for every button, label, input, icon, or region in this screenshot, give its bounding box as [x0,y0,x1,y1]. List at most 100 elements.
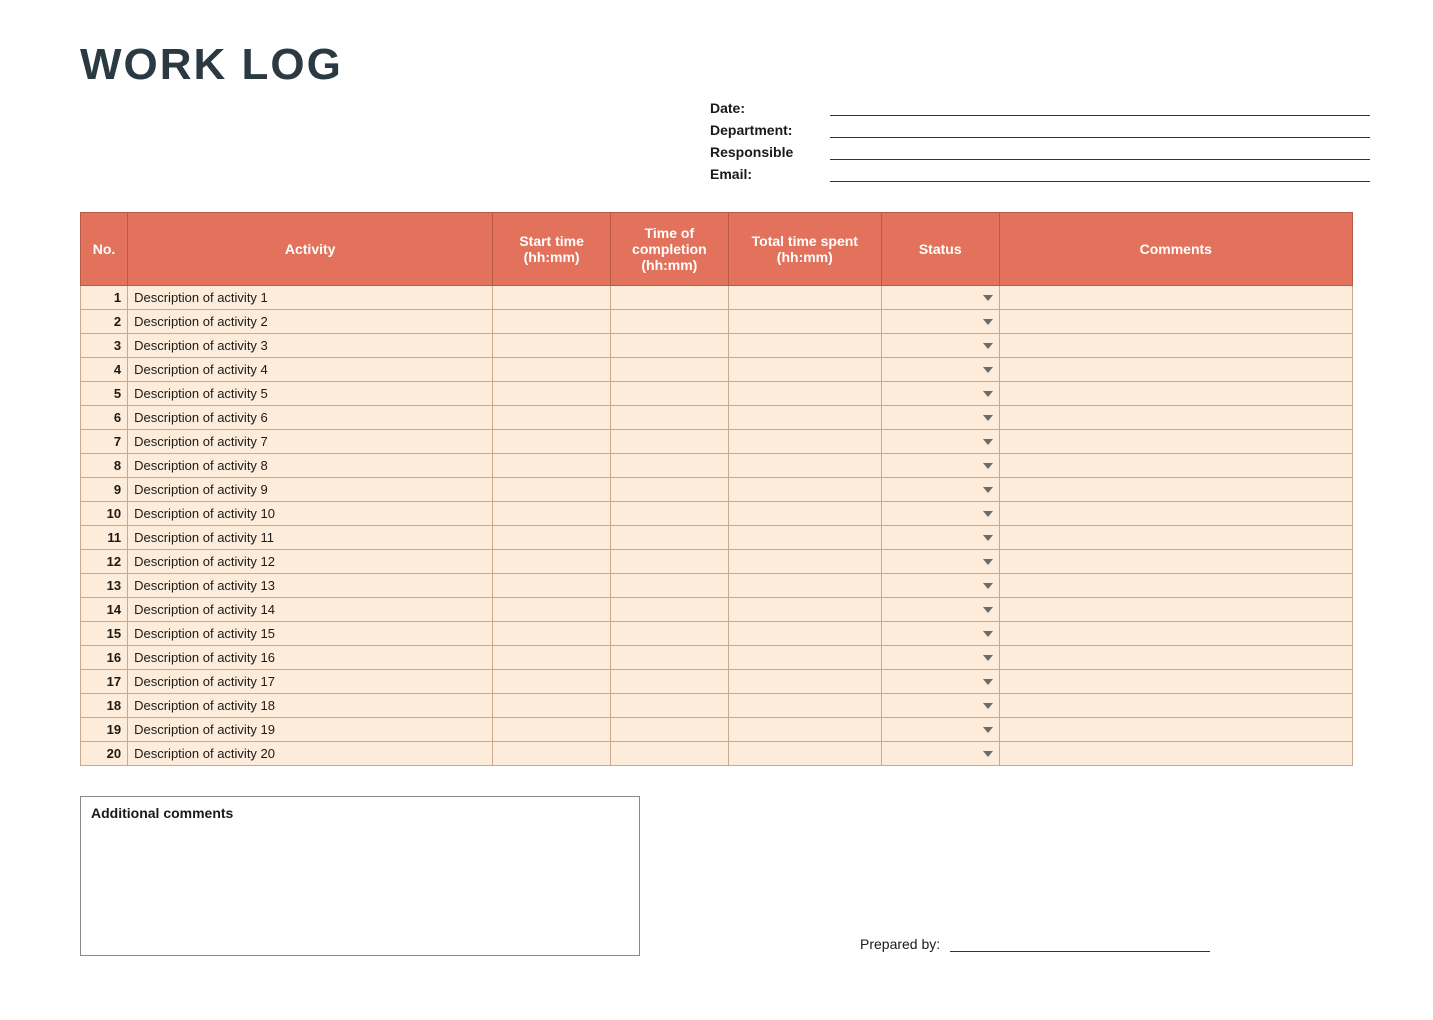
status-dropdown[interactable] [881,694,999,718]
comments-cell[interactable] [999,670,1352,694]
activity-cell[interactable]: Description of activity 17 [128,670,493,694]
end-time-cell[interactable] [610,742,728,766]
status-dropdown[interactable] [881,430,999,454]
activity-cell[interactable]: Description of activity 8 [128,454,493,478]
activity-cell[interactable]: Description of activity 12 [128,550,493,574]
total-time-cell[interactable] [728,430,881,454]
end-time-cell[interactable] [610,454,728,478]
department-field[interactable] [830,122,1370,138]
status-dropdown[interactable] [881,334,999,358]
status-dropdown[interactable] [881,622,999,646]
comments-cell[interactable] [999,742,1352,766]
end-time-cell[interactable] [610,430,728,454]
start-time-cell[interactable] [493,646,611,670]
responsible-field[interactable] [830,144,1370,160]
total-time-cell[interactable] [728,670,881,694]
start-time-cell[interactable] [493,598,611,622]
total-time-cell[interactable] [728,478,881,502]
status-dropdown[interactable] [881,310,999,334]
total-time-cell[interactable] [728,646,881,670]
total-time-cell[interactable] [728,574,881,598]
activity-cell[interactable]: Description of activity 19 [128,718,493,742]
start-time-cell[interactable] [493,454,611,478]
end-time-cell[interactable] [610,574,728,598]
end-time-cell[interactable] [610,310,728,334]
comments-cell[interactable] [999,694,1352,718]
activity-cell[interactable]: Description of activity 13 [128,574,493,598]
end-time-cell[interactable] [610,406,728,430]
total-time-cell[interactable] [728,286,881,310]
comments-cell[interactable] [999,550,1352,574]
start-time-cell[interactable] [493,406,611,430]
total-time-cell[interactable] [728,406,881,430]
comments-cell[interactable] [999,454,1352,478]
comments-cell[interactable] [999,382,1352,406]
status-dropdown[interactable] [881,358,999,382]
activity-cell[interactable]: Description of activity 15 [128,622,493,646]
total-time-cell[interactable] [728,454,881,478]
total-time-cell[interactable] [728,694,881,718]
comments-cell[interactable] [999,406,1352,430]
total-time-cell[interactable] [728,310,881,334]
start-time-cell[interactable] [493,526,611,550]
email-field[interactable] [830,166,1370,182]
end-time-cell[interactable] [610,358,728,382]
activity-cell[interactable]: Description of activity 14 [128,598,493,622]
additional-comments-box[interactable]: Additional comments [80,796,640,956]
status-dropdown[interactable] [881,646,999,670]
start-time-cell[interactable] [493,310,611,334]
comments-cell[interactable] [999,502,1352,526]
activity-cell[interactable]: Description of activity 2 [128,310,493,334]
total-time-cell[interactable] [728,358,881,382]
comments-cell[interactable] [999,622,1352,646]
activity-cell[interactable]: Description of activity 10 [128,502,493,526]
start-time-cell[interactable] [493,622,611,646]
total-time-cell[interactable] [728,526,881,550]
status-dropdown[interactable] [881,382,999,406]
status-dropdown[interactable] [881,670,999,694]
status-dropdown[interactable] [881,526,999,550]
start-time-cell[interactable] [493,478,611,502]
end-time-cell[interactable] [610,598,728,622]
start-time-cell[interactable] [493,694,611,718]
total-time-cell[interactable] [728,334,881,358]
comments-cell[interactable] [999,430,1352,454]
activity-cell[interactable]: Description of activity 9 [128,478,493,502]
activity-cell[interactable]: Description of activity 5 [128,382,493,406]
activity-cell[interactable]: Description of activity 6 [128,406,493,430]
start-time-cell[interactable] [493,574,611,598]
end-time-cell[interactable] [610,670,728,694]
end-time-cell[interactable] [610,718,728,742]
end-time-cell[interactable] [610,646,728,670]
total-time-cell[interactable] [728,742,881,766]
comments-cell[interactable] [999,526,1352,550]
activity-cell[interactable]: Description of activity 20 [128,742,493,766]
total-time-cell[interactable] [728,598,881,622]
end-time-cell[interactable] [610,550,728,574]
comments-cell[interactable] [999,478,1352,502]
comments-cell[interactable] [999,646,1352,670]
end-time-cell[interactable] [610,502,728,526]
status-dropdown[interactable] [881,286,999,310]
start-time-cell[interactable] [493,286,611,310]
status-dropdown[interactable] [881,406,999,430]
start-time-cell[interactable] [493,670,611,694]
comments-cell[interactable] [999,358,1352,382]
end-time-cell[interactable] [610,694,728,718]
comments-cell[interactable] [999,574,1352,598]
activity-cell[interactable]: Description of activity 18 [128,694,493,718]
status-dropdown[interactable] [881,574,999,598]
status-dropdown[interactable] [881,598,999,622]
status-dropdown[interactable] [881,502,999,526]
activity-cell[interactable]: Description of activity 4 [128,358,493,382]
comments-cell[interactable] [999,718,1352,742]
comments-cell[interactable] [999,334,1352,358]
end-time-cell[interactable] [610,334,728,358]
end-time-cell[interactable] [610,478,728,502]
comments-cell[interactable] [999,310,1352,334]
end-time-cell[interactable] [610,382,728,406]
total-time-cell[interactable] [728,718,881,742]
status-dropdown[interactable] [881,742,999,766]
status-dropdown[interactable] [881,478,999,502]
comments-cell[interactable] [999,286,1352,310]
